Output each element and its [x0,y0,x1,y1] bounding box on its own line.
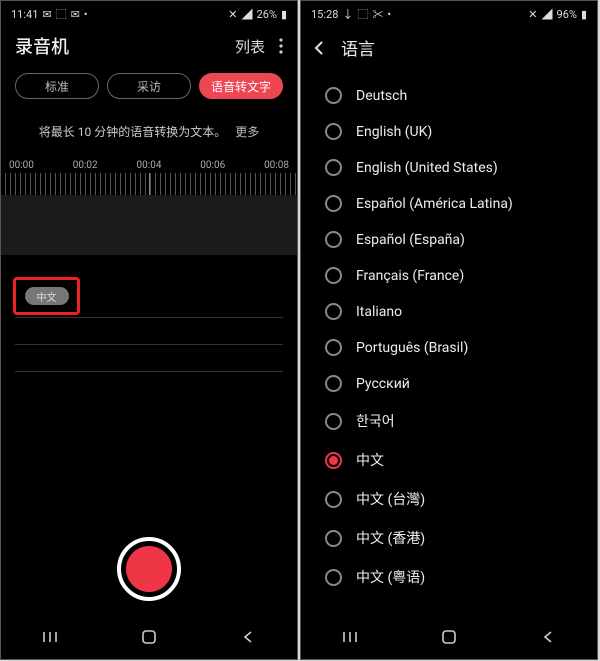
language-label: Español (América Latina) [356,196,513,212]
language-label: 中文 (台灣) [356,489,425,509]
language-option[interactable]: Español (América Latina) [301,186,597,222]
status-icon: ↓ [342,6,353,22]
app-header: 录音机 列表 [1,27,297,69]
time-ruler-labels: 00:00 00:02 00:04 00:06 00:08 [1,160,297,171]
settings-header: 语言 [301,27,597,74]
status-time: 11:41 [11,8,38,21]
language-label: Português (Brasil) [356,340,468,356]
language-label: 한국어 [356,411,395,431]
more-menu-icon[interactable] [279,38,283,54]
recorder-screen: 11:41 ✉ ⬚ ✉ • ✕ ◢ 26% ▮ 录音机 列表 标准 采访 语音转… [0,0,298,660]
home-button[interactable] [129,627,169,647]
nav-bar [301,615,597,659]
status-icon: • [387,8,391,21]
language-option[interactable]: 中文 (台灣) [301,480,597,519]
language-label: English (United States) [356,160,498,176]
tab-interview[interactable]: 采访 [107,73,191,99]
language-option[interactable]: English (United States) [301,150,597,186]
status-icon: ⬚ [56,6,67,22]
battery-icon: ▮ [281,8,287,21]
battery-text: 96% [557,8,577,21]
language-label: 中文 [356,450,384,470]
waveform-area [1,195,297,255]
list-button[interactable]: 列表 [235,36,265,57]
record-button-inner [126,546,172,592]
nav-bar [1,615,297,659]
signal-icon: ◢ [242,6,253,22]
language-option[interactable]: 한국어 [301,402,597,441]
language-option[interactable]: 中文 (粤语) [301,558,597,597]
status-icon: ⬚ [357,6,368,22]
radio-icon [325,159,342,176]
status-icon: ✉ [42,8,51,21]
language-list[interactable]: Deutsch English (UK) English (United State… [301,74,597,597]
language-option[interactable]: 中文 (香港) [301,519,597,558]
record-button[interactable] [117,537,181,601]
signal-icon: ◢ [542,6,553,22]
language-option[interactable]: Deutsch [301,78,597,114]
hint-body: 将最长 10 分钟的语音转换为文本。 [39,125,226,139]
signal-icon: ✕ [228,8,237,21]
radio-icon [325,375,342,392]
radio-icon [325,195,342,212]
language-chip-highlight: 中文 [19,283,74,309]
language-option[interactable]: Русский [301,366,597,402]
back-button[interactable] [528,627,568,647]
language-option[interactable]: Português (Brasil) [301,330,597,366]
app-title: 录音机 [15,33,69,59]
language-chip[interactable]: 中文 [25,287,69,305]
transcript-lines [1,309,297,372]
language-label: Deutsch [356,88,407,104]
radio-icon [325,530,342,547]
back-button[interactable] [228,627,268,647]
status-bar: 11:41 ✉ ⬚ ✉ • ✕ ◢ 26% ▮ [1,1,297,27]
radio-icon [325,569,342,586]
language-label: English (UK) [356,124,432,140]
language-chip-area: 中文 [1,255,297,309]
settings-title: 语言 [341,35,375,60]
recents-button[interactable] [30,627,70,647]
radio-icon [325,491,342,508]
signal-icon: ✕ [528,8,537,21]
status-bar: 15:28 ↓ ⬚ ✂ • ✕ ◢ 96% ▮ [301,1,597,27]
language-option[interactable]: Italiano [301,294,597,330]
transcript-line [15,317,283,318]
language-option[interactable]: Français (France) [301,258,597,294]
recents-button[interactable] [330,627,370,647]
radio-icon [325,413,342,430]
transcript-line [15,371,283,372]
radio-icon [325,452,342,469]
battery-text: 26% [257,8,277,21]
radio-icon [325,303,342,320]
status-time: 15:28 [311,8,338,21]
language-label: 中文 (香港) [356,528,425,548]
hint-text: 将最长 10 分钟的语音转换为文本。 更多 [1,109,297,160]
transcript-line [15,344,283,345]
language-option[interactable]: English (UK) [301,114,597,150]
language-label: 中文 (粤语) [356,567,425,587]
language-option[interactable]: 中文 [301,441,597,480]
battery-icon: ▮ [581,8,587,21]
status-icon: ✂ [372,6,383,22]
radio-icon [325,87,342,104]
radio-icon [325,267,342,284]
language-label: Español (España) [356,232,465,248]
language-option[interactable]: Español (España) [301,222,597,258]
language-label: Русский [356,376,410,392]
radio-icon [325,231,342,248]
status-icon: ✉ [71,8,80,21]
radio-icon [325,339,342,356]
hint-more-link[interactable]: 更多 [235,125,259,139]
time-ruler[interactable] [1,173,297,195]
mode-tabs: 标准 采访 语音转文字 [1,69,297,109]
home-button[interactable] [429,627,469,647]
language-label: Français (France) [356,268,464,284]
tab-standard[interactable]: 标准 [15,73,99,99]
radio-icon [325,123,342,140]
tab-speech-to-text[interactable]: 语音转文字 [199,73,283,99]
language-settings-screen: 15:28 ↓ ⬚ ✂ • ✕ ◢ 96% ▮ 语言 Deutsch Englis… [300,0,598,660]
back-arrow-icon[interactable] [309,38,329,58]
language-label: Italiano [356,304,402,320]
status-icon: • [84,8,88,21]
